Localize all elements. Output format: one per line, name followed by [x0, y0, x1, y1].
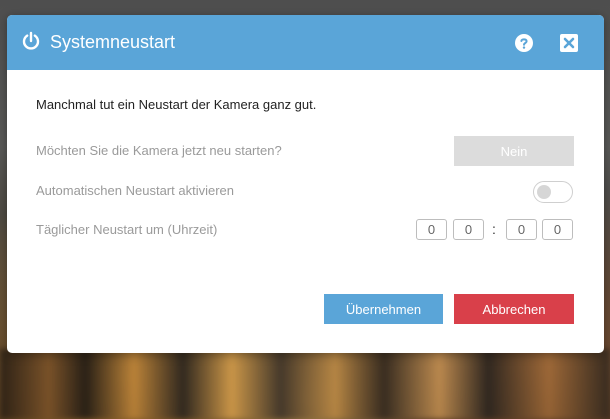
minute-tens-field[interactable]: 0: [506, 219, 537, 240]
dialog-header: Systemneustart: [7, 15, 604, 70]
toggle-knob: [537, 185, 551, 199]
restart-dialog: Systemneustart Manchmal tut ein Neustart…: [7, 15, 604, 353]
apply-button[interactable]: Übernehmen: [324, 294, 443, 324]
daily-restart-label: Täglicher Neustart um (Uhrzeit): [36, 222, 218, 237]
intro-text: Manchmal tut ein Neustart der Kamera gan…: [36, 97, 317, 112]
minute-ones-field[interactable]: 0: [542, 219, 573, 240]
city-lights: [0, 349, 610, 419]
restart-question-label: Möchten Sie die Kamera jetzt neu starten…: [36, 143, 282, 158]
auto-restart-toggle[interactable]: [533, 181, 573, 203]
power-icon: [22, 31, 40, 50]
hour-ones-field[interactable]: 0: [453, 219, 484, 240]
time-separator: :: [492, 221, 496, 237]
cancel-button[interactable]: Abbrechen: [454, 294, 574, 324]
restart-no-button[interactable]: Nein: [454, 136, 574, 166]
close-icon[interactable]: [560, 34, 578, 52]
hour-tens-field[interactable]: 0: [416, 219, 447, 240]
help-icon[interactable]: [515, 34, 533, 52]
auto-restart-label: Automatischen Neustart aktivieren: [36, 183, 234, 198]
dialog-title: Systemneustart: [50, 32, 176, 52]
